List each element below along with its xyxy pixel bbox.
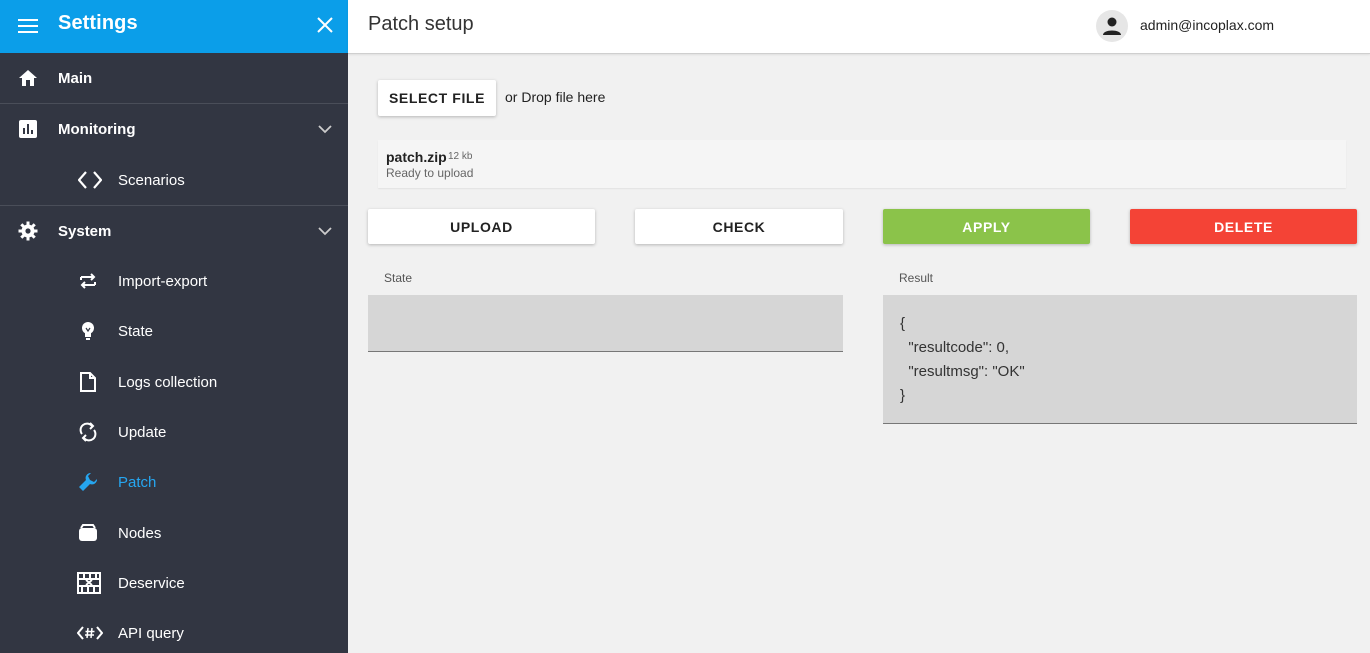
sidebar-item-label: Patch bbox=[118, 473, 157, 491]
box-icon bbox=[77, 522, 99, 544]
sidebar-item-label: Deservice bbox=[118, 574, 185, 592]
chevron-down-icon[interactable] bbox=[318, 122, 332, 136]
drop-hint: or Drop file here bbox=[505, 89, 606, 105]
sidebar-item-system[interactable]: System bbox=[0, 206, 348, 256]
bar-chart-icon bbox=[17, 118, 39, 140]
sidebar-item-label: State bbox=[118, 322, 154, 340]
sidebar-item-label: System bbox=[58, 222, 112, 240]
sidebar-item-logs-collection[interactable]: Logs collection bbox=[0, 357, 348, 407]
sidebar-title: Settings bbox=[58, 12, 138, 34]
delete-button[interactable]: DELETE bbox=[1130, 209, 1357, 244]
sidebar-item-import-export[interactable]: Import-export bbox=[0, 256, 348, 306]
sidebar-item-api-query[interactable]: API query bbox=[0, 608, 348, 653]
avatar[interactable] bbox=[1096, 10, 1128, 42]
file-status: Ready to upload bbox=[386, 166, 474, 180]
lightbulb-icon bbox=[77, 320, 99, 342]
sidebar-item-main[interactable]: Main bbox=[0, 53, 348, 103]
gear-icon bbox=[17, 220, 39, 242]
result-line: "resultcode": 0, bbox=[900, 339, 1010, 356]
server-rack-icon bbox=[77, 572, 101, 594]
sidebar-item-deservice[interactable]: Deservice bbox=[0, 558, 348, 608]
file-card: patch.zip 12 kb Ready to upload bbox=[378, 140, 1346, 188]
sidebar: Settings Main Monitoring Scenarios Syste… bbox=[0, 0, 348, 653]
sidebar-item-label: Import-export bbox=[118, 272, 208, 290]
code-brackets-icon bbox=[77, 169, 103, 191]
sidebar-item-label: Main bbox=[58, 69, 93, 87]
result-label: Result bbox=[899, 271, 934, 285]
user-email[interactable]: admin@incoplax.com bbox=[1140, 17, 1274, 33]
result-line: "resultmsg": "OK" bbox=[900, 363, 1025, 380]
apply-button[interactable]: APPLY bbox=[883, 209, 1090, 244]
select-file-button[interactable]: SELECT FILE bbox=[378, 80, 496, 116]
result-line: { bbox=[900, 315, 906, 332]
file-size: 12 kb bbox=[448, 151, 473, 162]
sidebar-item-label: Logs collection bbox=[118, 373, 218, 391]
home-icon bbox=[17, 67, 39, 89]
sidebar-item-nodes[interactable]: Nodes bbox=[0, 508, 348, 558]
sidebar-item-label: Nodes bbox=[118, 524, 162, 542]
sidebar-item-label: Monitoring bbox=[58, 120, 136, 138]
check-button[interactable]: CHECK bbox=[635, 209, 843, 244]
code-hash-icon bbox=[77, 622, 103, 644]
wrench-icon bbox=[77, 471, 99, 493]
close-icon[interactable] bbox=[316, 16, 334, 34]
sidebar-item-label: Update bbox=[118, 423, 167, 441]
sidebar-item-label: Scenarios bbox=[118, 171, 185, 189]
sidebar-item-monitoring[interactable]: Monitoring bbox=[0, 104, 348, 154]
sidebar-item-scenarios[interactable]: Scenarios bbox=[0, 155, 348, 205]
top-bar: Patch setup admin@incoplax.com bbox=[348, 0, 1370, 54]
user-icon bbox=[1103, 17, 1121, 35]
file-name: patch.zip bbox=[386, 149, 447, 165]
page-title: Patch setup bbox=[368, 13, 474, 35]
menu-icon[interactable] bbox=[18, 17, 38, 35]
upload-button[interactable]: UPLOAD bbox=[368, 209, 595, 244]
sync-icon bbox=[77, 421, 99, 443]
file-icon bbox=[77, 371, 99, 393]
chevron-down-icon[interactable] bbox=[318, 224, 332, 238]
sidebar-header: Settings bbox=[0, 0, 348, 53]
result-line: } bbox=[900, 387, 906, 404]
sidebar-item-label: API query bbox=[118, 624, 184, 642]
state-field[interactable] bbox=[368, 295, 843, 352]
swap-icon bbox=[77, 270, 99, 292]
sidebar-item-update[interactable]: Update bbox=[0, 407, 348, 457]
result-field[interactable]: { "resultcode": 0, "resultmsg": "OK" } bbox=[883, 295, 1357, 424]
sidebar-item-state[interactable]: State bbox=[0, 306, 348, 356]
sidebar-item-patch[interactable]: Patch bbox=[0, 457, 348, 507]
state-label: State bbox=[384, 271, 413, 285]
